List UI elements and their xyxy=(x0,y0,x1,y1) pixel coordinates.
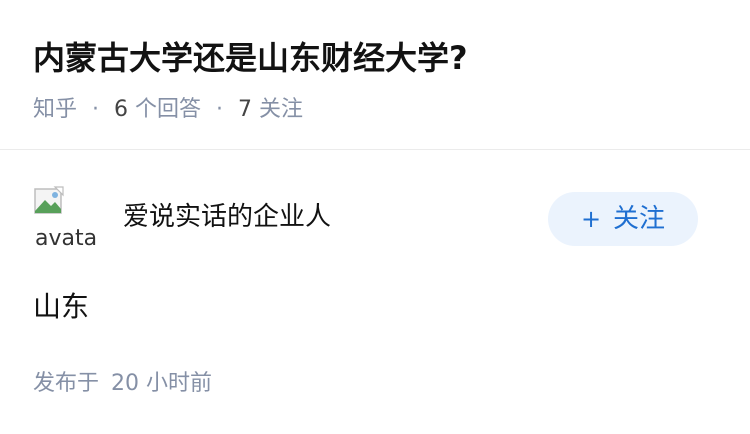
follow-button[interactable]: + 关注 xyxy=(548,192,698,246)
follow-count-label: 关注 xyxy=(259,97,304,122)
plus-icon: + xyxy=(580,205,602,233)
question-title[interactable]: 内蒙古大学还是山东财经大学? xyxy=(33,34,468,82)
meta-separator: · xyxy=(92,97,100,122)
meta-separator: · xyxy=(216,97,224,122)
answer-content[interactable]: 山东 xyxy=(33,287,89,327)
broken-image-icon xyxy=(34,186,64,214)
question-meta: 知乎 · 6 个回答 · 7 关注 xyxy=(33,93,303,127)
question-header: 内蒙古大学还是山东财经大学? 知乎 · 6 个回答 · 7 关注 xyxy=(0,0,750,150)
follow-button-label: 关注 xyxy=(613,204,666,234)
avatar[interactable]: avatar xyxy=(33,185,97,249)
published-time: 20 小时前 xyxy=(111,371,213,396)
answer-count-label[interactable]: 个回答 xyxy=(135,97,201,122)
author-name[interactable]: 爱说实话的企业人 xyxy=(123,199,331,235)
answer-timestamp: 发布于 20 小时前 xyxy=(33,367,212,401)
source-label[interactable]: 知乎 xyxy=(33,97,77,122)
answer-card: avatar 爱说实话的企业人 + 关注 山东 发布于 20 小时前 xyxy=(0,151,750,434)
follow-count: 7 xyxy=(238,97,253,122)
published-prefix: 发布于 xyxy=(33,371,100,396)
avatar-alt-text: avatar xyxy=(35,226,97,250)
answer-count: 6 xyxy=(114,97,129,122)
